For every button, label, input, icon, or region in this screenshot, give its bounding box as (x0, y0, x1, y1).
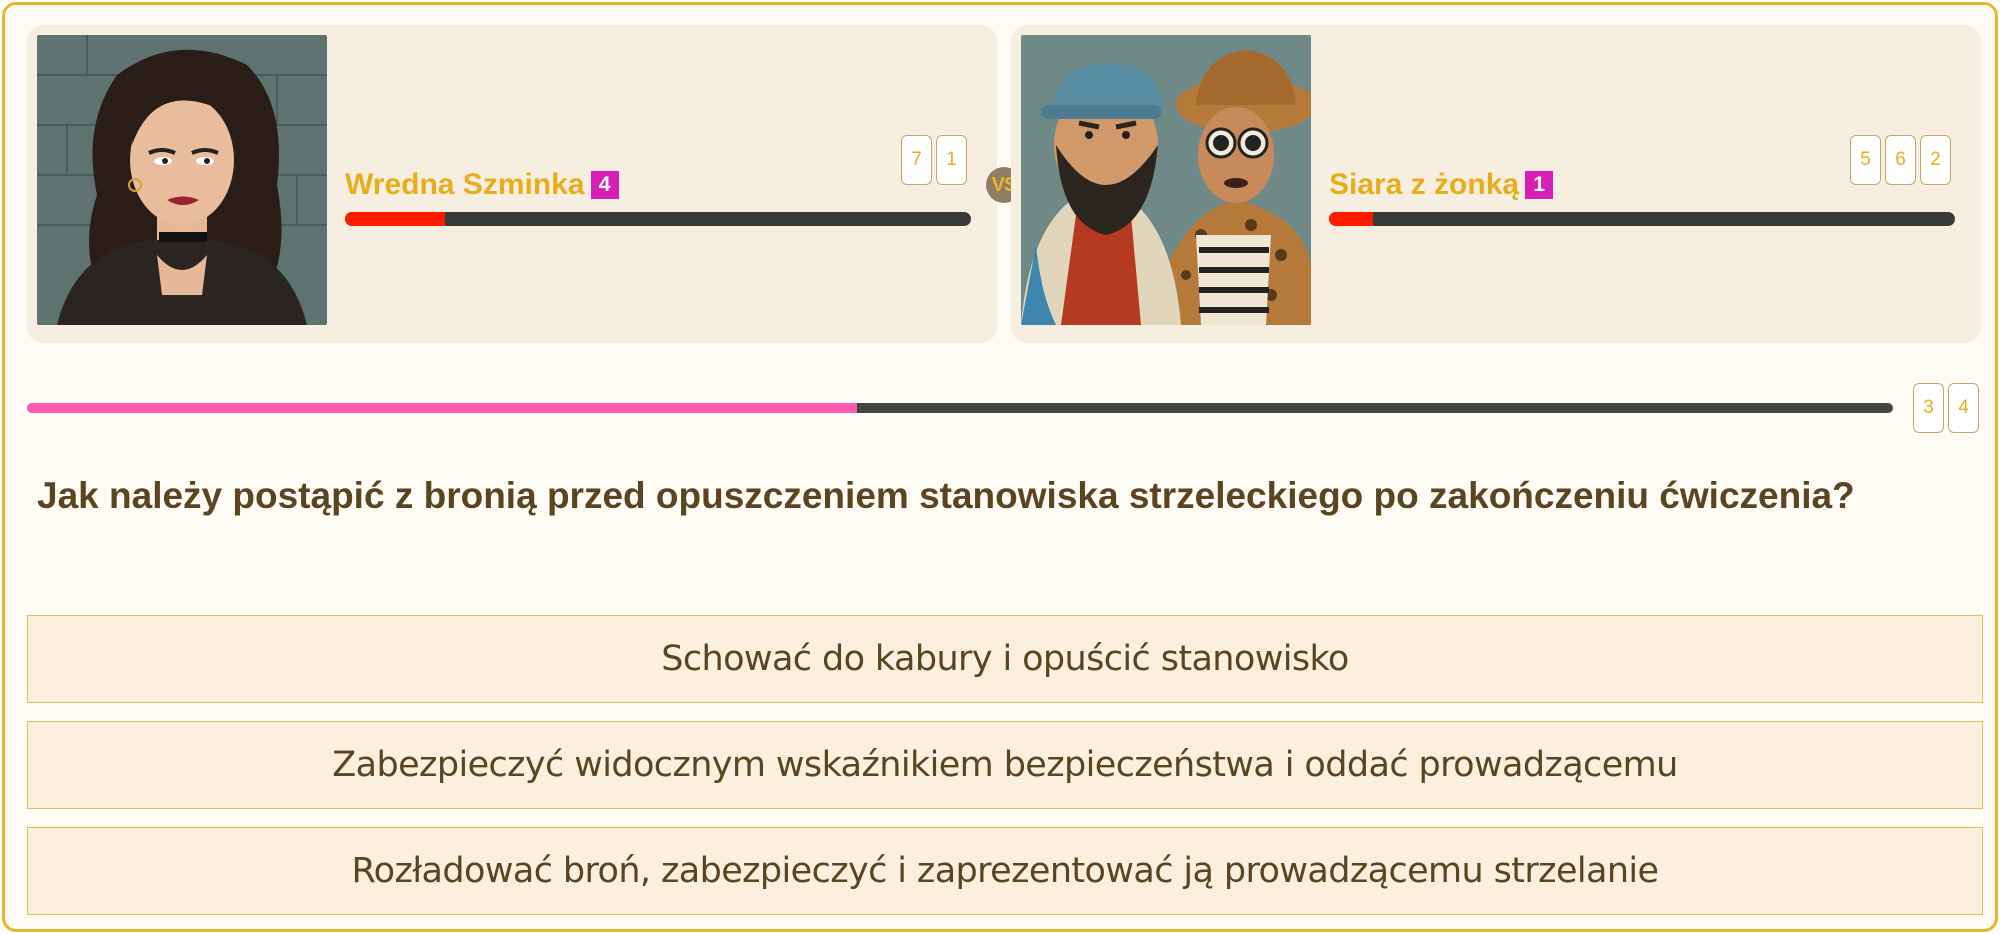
player-1-name: Wredna Szminka 4 (345, 165, 619, 205)
player-2-name: Siara z żonką 1 (1329, 165, 1554, 205)
question-counter-chip: 3 (1913, 383, 1944, 433)
answer-option-2[interactable]: Zabezpieczyć widocznym wskaźnikiem bezpi… (27, 721, 1983, 809)
player-1-name-text: Wredna Szminka (345, 168, 585, 201)
game-frame: Wredna Szminka 4 7 1 VS Siara z żonką 1 … (2, 2, 1998, 932)
player-2-chip: 6 (1885, 135, 1916, 185)
answer-option-1[interactable]: Schować do kabury i opuścić stanowisko (27, 615, 1983, 703)
player-1-chip: 7 (901, 135, 932, 185)
player-2-chip: 2 (1920, 135, 1951, 185)
player-1-level-badge: 4 (590, 171, 619, 199)
player-1-health-bar (345, 212, 971, 226)
player-1-health-fill (345, 212, 446, 226)
question-progress-fill (27, 403, 858, 413)
question-text: Jak należy postąpić z bronią przed opusz… (37, 475, 1855, 516)
player-2-name-text: Siara z żonką (1329, 168, 1520, 201)
player-2-level-badge: 1 (1525, 171, 1554, 199)
player-2-health-bar (1329, 212, 1955, 226)
player-card-1: Wredna Szminka 4 7 1 (27, 25, 997, 343)
player-card-2: Siara z żonką 1 5 6 2 (1011, 25, 1981, 343)
player-1-chips: 7 1 (901, 135, 967, 185)
player-1-avatar (37, 35, 327, 325)
player-2-avatar (1021, 35, 1311, 325)
player-2-chip: 5 (1850, 135, 1881, 185)
player-2-chips: 5 6 2 (1850, 135, 1951, 185)
question-progress-bar (27, 403, 1893, 413)
player-2-health-fill (1329, 212, 1373, 226)
question-counter-chip: 4 (1948, 383, 1979, 433)
player-1-chip: 1 (936, 135, 967, 185)
answer-option-3[interactable]: Rozładować broń, zabezpieczyć i zaprezen… (27, 827, 1983, 915)
question-counter: 3 4 (1913, 383, 1979, 433)
